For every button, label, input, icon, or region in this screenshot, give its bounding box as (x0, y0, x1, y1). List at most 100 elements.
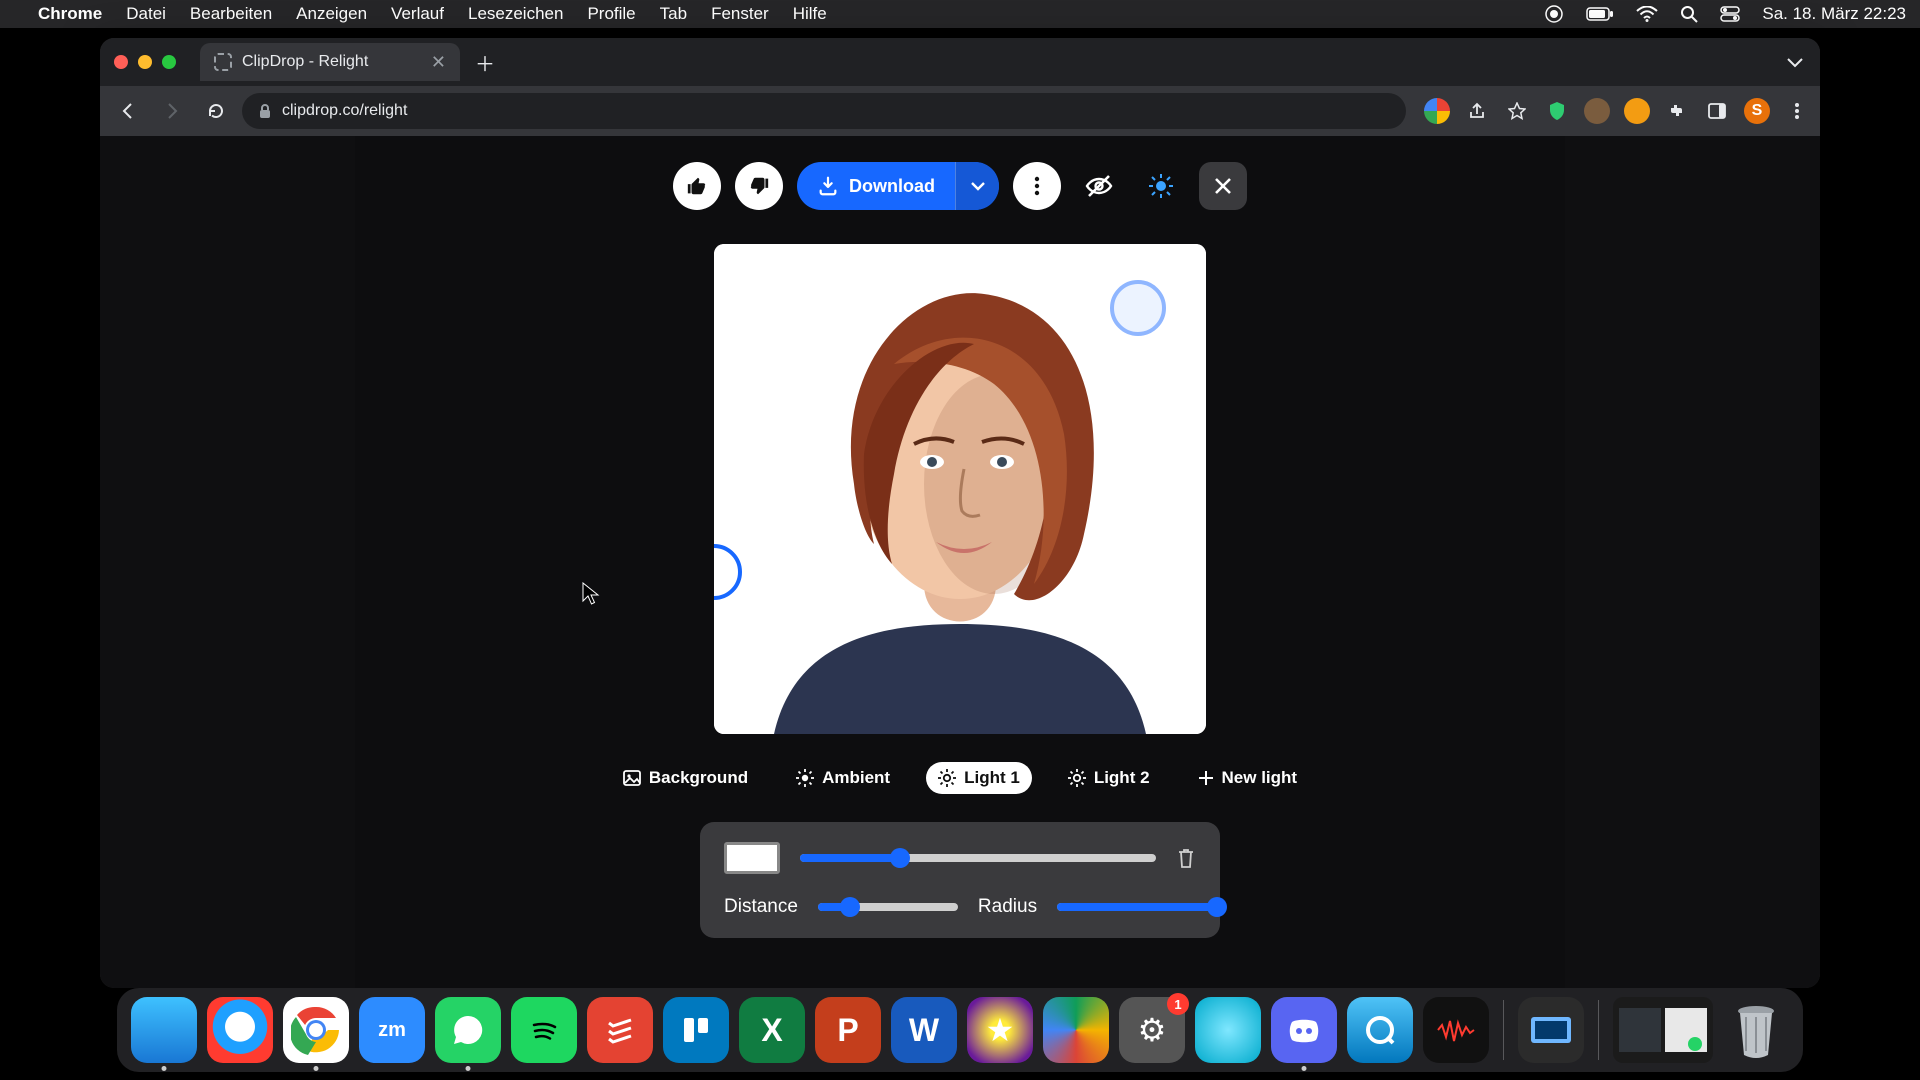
tab-newlight[interactable]: New light (1186, 762, 1310, 794)
dock-excel-icon[interactable]: X (739, 997, 805, 1063)
tab-title: ClipDrop - Relight (242, 53, 368, 71)
relight-toggle-button[interactable] (1137, 162, 1185, 210)
dock-todoist-icon[interactable] (587, 997, 653, 1063)
extensions-menu-icon[interactable] (1664, 98, 1690, 124)
radius-label: Radius (978, 896, 1037, 918)
dock-discord-icon[interactable] (1271, 997, 1337, 1063)
tab-light1-label: Light 1 (964, 768, 1020, 788)
dock-preview-icon[interactable] (1518, 997, 1584, 1063)
menu-tab[interactable]: Tab (660, 4, 687, 24)
sun-icon (1068, 769, 1086, 787)
more-options-button[interactable] (1013, 162, 1061, 210)
back-button[interactable] (110, 93, 146, 129)
menu-profiles[interactable]: Profile (587, 4, 635, 24)
macos-dock: zm X P W ★ ⚙1 (117, 988, 1803, 1072)
distance-slider[interactable] (818, 903, 958, 911)
menubar-clock[interactable]: Sa. 18. März 22:23 (1762, 4, 1906, 24)
dock-chrome-icon[interactable] (283, 997, 349, 1063)
thumbs-up-button[interactable] (673, 162, 721, 210)
extension-shield-icon[interactable] (1544, 98, 1570, 124)
chrome-menu-icon[interactable] (1784, 98, 1810, 124)
delete-light-button[interactable] (1176, 847, 1196, 869)
lock-icon (258, 103, 272, 119)
dock-voicememos-icon[interactable] (1423, 997, 1489, 1063)
reload-button[interactable] (198, 93, 234, 129)
record-indicator-icon[interactable] (1544, 4, 1564, 24)
dock-finder-icon[interactable] (131, 997, 197, 1063)
dock-word-icon[interactable]: W (891, 997, 957, 1063)
dock-quicktime-icon[interactable] (1347, 997, 1413, 1063)
menu-history[interactable]: Verlauf (391, 4, 444, 24)
menu-edit[interactable]: Bearbeiten (190, 4, 272, 24)
light-tabs: Background Ambient Light 1 Light 2 (355, 762, 1565, 794)
dock-zoom-icon[interactable]: zm (359, 997, 425, 1063)
dock-powerpoint-icon[interactable]: P (815, 997, 881, 1063)
menu-view[interactable]: Anzeigen (296, 4, 367, 24)
url-text: clipdrop.co/relight (282, 102, 407, 120)
battery-icon[interactable] (1586, 7, 1614, 21)
dock-whatsapp-icon[interactable] (435, 997, 501, 1063)
dock-separator (1503, 1000, 1504, 1060)
tab-light1[interactable]: Light 1 (926, 762, 1032, 794)
extension-generic1-icon[interactable] (1584, 98, 1610, 124)
menu-window[interactable]: Fenster (711, 4, 769, 24)
close-editor-button[interactable] (1199, 162, 1247, 210)
app-menu[interactable]: Chrome (38, 4, 102, 24)
dock-spotify-icon[interactable] (511, 997, 577, 1063)
address-bar[interactable]: clipdrop.co/relight (242, 93, 1406, 129)
download-icon (817, 175, 839, 197)
image-canvas[interactable] (714, 244, 1206, 734)
tab-light2[interactable]: Light 2 (1056, 762, 1162, 794)
dock-trello-icon[interactable] (663, 997, 729, 1063)
tab-light2-label: Light 2 (1094, 768, 1150, 788)
chrome-window: ClipDrop - Relight ✕ ＋ clipdrop.co/relig… (100, 38, 1820, 988)
spotlight-icon[interactable] (1680, 5, 1698, 23)
profile-avatar[interactable]: S (1744, 98, 1770, 124)
window-minimize-button[interactable] (138, 55, 152, 69)
window-close-button[interactable] (114, 55, 128, 69)
dock-gdrive-icon[interactable] (1043, 997, 1109, 1063)
page-content: Download (100, 136, 1820, 988)
dock-settings-icon[interactable]: ⚙1 (1119, 997, 1185, 1063)
sun-icon (796, 769, 814, 787)
new-tab-button[interactable]: ＋ (470, 47, 500, 77)
window-fullscreen-button[interactable] (162, 55, 176, 69)
control-center-icon[interactable] (1720, 6, 1740, 22)
download-button[interactable]: Download (797, 175, 955, 197)
menu-help[interactable]: Hilfe (793, 4, 827, 24)
plus-icon (1198, 770, 1214, 786)
tab-favicon-icon (214, 53, 232, 71)
wifi-icon[interactable] (1636, 6, 1658, 22)
radius-slider[interactable] (1057, 903, 1217, 911)
chrome-toolbar: clipdrop.co/relight S (100, 86, 1820, 136)
toolbar-actions: S (1424, 98, 1810, 124)
tab-ambient[interactable]: Ambient (784, 762, 902, 794)
google-account-icon[interactable] (1424, 98, 1450, 124)
tab-ambient-label: Ambient (822, 768, 890, 788)
color-swatch[interactable] (724, 842, 780, 874)
forward-button[interactable] (154, 93, 190, 129)
dock-siri-icon[interactable] (1195, 997, 1261, 1063)
menu-file[interactable]: Datei (126, 4, 166, 24)
menu-bookmarks[interactable]: Lesezeichen (468, 4, 563, 24)
chrome-tabstrip: ClipDrop - Relight ✕ ＋ (100, 38, 1820, 86)
visibility-off-button[interactable] (1075, 162, 1123, 210)
light-controls-panel: Distance Radius (700, 822, 1220, 938)
dock-minimized-windows[interactable] (1613, 997, 1713, 1063)
dock-safari-icon[interactable] (207, 997, 273, 1063)
share-icon[interactable] (1464, 98, 1490, 124)
dock-imovie-icon[interactable]: ★ (967, 997, 1033, 1063)
intensity-slider[interactable] (800, 854, 1156, 862)
tab-close-button[interactable]: ✕ (431, 52, 446, 73)
light2-handle[interactable] (1110, 280, 1166, 336)
tab-newlight-label: New light (1222, 768, 1298, 788)
thumbs-down-button[interactable] (735, 162, 783, 210)
download-options-button[interactable] (955, 162, 999, 210)
bookmark-icon[interactable] (1504, 98, 1530, 124)
tab-overflow-button[interactable] (1786, 56, 1804, 68)
tab-background[interactable]: Background (611, 762, 760, 794)
browser-tab[interactable]: ClipDrop - Relight ✕ (200, 43, 460, 81)
sidepanel-icon[interactable] (1704, 98, 1730, 124)
dock-trash-icon[interactable] (1723, 997, 1789, 1063)
extension-generic2-icon[interactable] (1624, 98, 1650, 124)
